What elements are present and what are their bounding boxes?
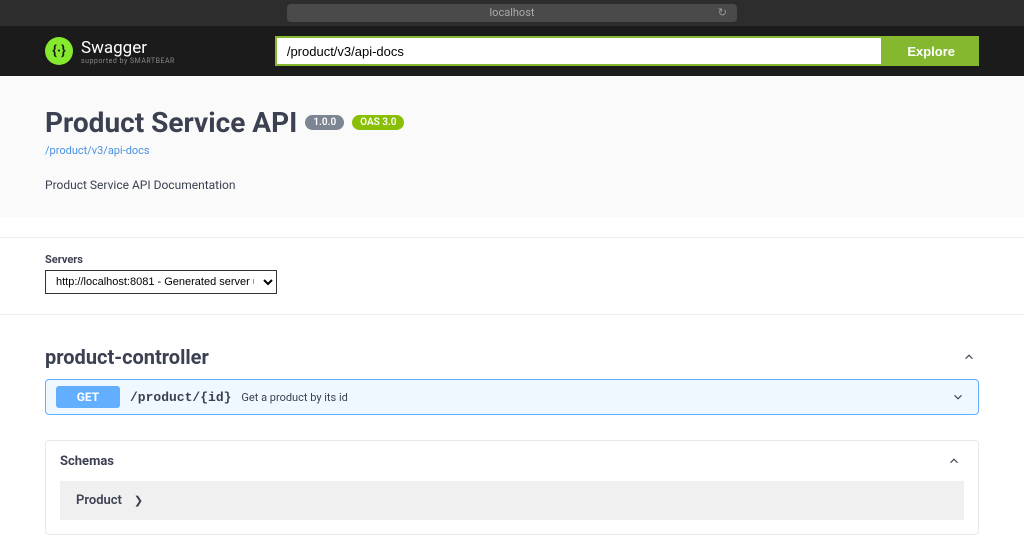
server-select[interactable]: http://localhost:8081 - Generated server… [45,270,277,294]
servers-label: Servers [45,253,979,266]
tag-name: product-controller [45,345,209,369]
spec-url-input[interactable] [275,36,883,66]
api-title: Product Service API [45,106,297,139]
api-docs-link[interactable]: /product/v3/api-docs [45,144,150,157]
browser-url-field[interactable]: localhost ↻ [287,4,737,22]
spec-url-form: Explore [275,36,979,66]
operations-section: product-controller GET /product/{id} Get… [0,314,1024,555]
title-row: Product Service API 1.0.0 OAS 3.0 [45,106,979,139]
swagger-logo-icon: {·} [45,37,73,65]
operation-summary: Get a product by its id [241,391,347,404]
chevron-right-icon: ❯ [134,494,143,507]
schemas-title: Schemas [60,454,114,469]
schemas-section: Schemas Product ❯ [45,440,979,535]
schemas-body: Product ❯ [46,481,978,534]
brand-name: Swagger [81,38,175,58]
topbar: {·} Swagger supported by SMARTBEAR Explo… [0,26,1024,76]
version-badge: 1.0.0 [305,115,344,130]
operation-get-product[interactable]: GET /product/{id} Get a product by its i… [45,379,979,415]
swagger-logo: {·} Swagger supported by SMARTBEAR [45,37,175,65]
reload-icon[interactable]: ↻ [718,4,727,22]
tag-product-controller[interactable]: product-controller [45,335,979,379]
browser-url-text: localhost [490,6,535,19]
brand-subtitle: supported by SMARTBEAR [81,57,175,65]
schemas-header[interactable]: Schemas [46,441,978,481]
info-section: Product Service API 1.0.0 OAS 3.0 /produ… [0,76,1024,217]
servers-section: Servers http://localhost:8081 - Generate… [0,237,1024,314]
oas-badge: OAS 3.0 [352,115,404,130]
chevron-down-icon [948,387,968,407]
schema-name: Product [76,493,122,508]
api-description: Product Service API Documentation [45,178,979,192]
browser-address-bar: localhost ↻ [0,0,1024,26]
chevron-up-icon [959,347,979,367]
operation-path: /product/{id} [130,390,231,405]
explore-button[interactable]: Explore [883,36,979,66]
schema-item-product[interactable]: Product ❯ [60,481,964,520]
chevron-up-icon [944,451,964,471]
http-method-badge: GET [56,386,120,408]
